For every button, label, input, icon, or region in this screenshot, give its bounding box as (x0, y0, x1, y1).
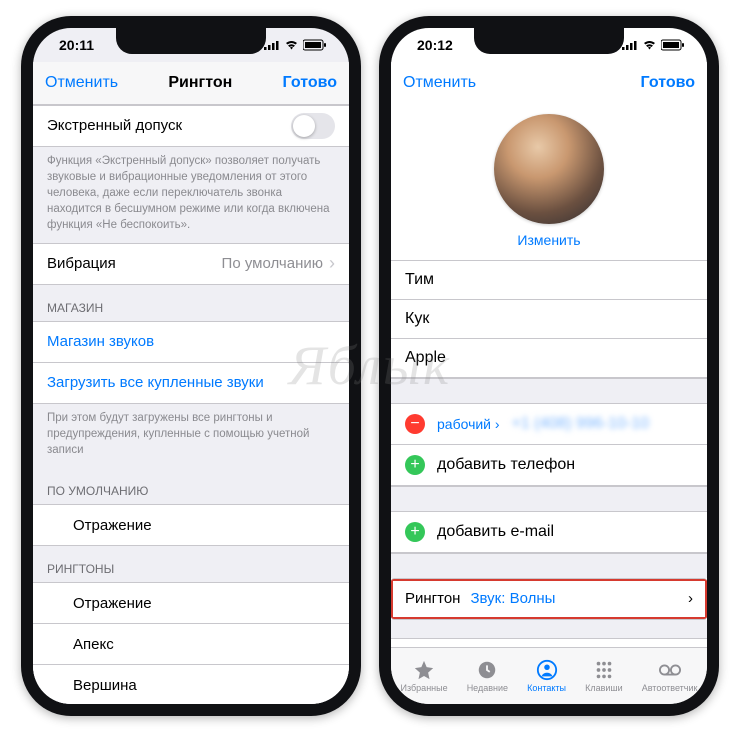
default-header: ПО УМОЛЧАНИЮ (33, 468, 349, 504)
ringtone-row[interactable]: Вершина (33, 665, 349, 703)
chevron-right-icon: › (688, 590, 693, 607)
tab-keypad[interactable]: Клавиши (585, 659, 623, 693)
voicemail-icon (659, 659, 681, 681)
add-phone-row[interactable]: + добавить телефон (391, 445, 707, 486)
tab-favorites[interactable]: Избранные (401, 659, 448, 693)
phone-row[interactable]: − рабочий › +1 (408) 996-10-10 (391, 403, 707, 445)
wifi-icon (284, 39, 299, 50)
avatar-section: Изменить (391, 104, 707, 260)
notch (116, 28, 266, 54)
phone-frame-right: 20:12 Отменить Готово Изменить Тим Кук A… (379, 16, 719, 716)
edit-photo-link[interactable]: Изменить (517, 232, 580, 248)
vibration-value: По умолчанию (222, 255, 323, 272)
signal-icon (264, 40, 280, 50)
cancel-button[interactable]: Отменить (45, 74, 118, 92)
company-field[interactable]: Apple (391, 339, 707, 378)
cancel-button[interactable]: Отменить (403, 74, 476, 92)
emergency-toggle[interactable] (291, 113, 335, 139)
download-all-link[interactable]: Загрузить все купленные звуки (33, 363, 349, 404)
navbar: Отменить Рингтон Готово (33, 62, 349, 105)
remove-icon[interactable]: − (405, 414, 425, 434)
add-phone-label: добавить телефон (437, 456, 575, 474)
add-email-row[interactable]: + добавить e-mail (391, 511, 707, 553)
status-time: 20:12 (417, 37, 453, 53)
store-footer: При этом будут загружены все рингтоны и … (33, 404, 349, 468)
vibration-row[interactable]: Вибрация По умолчанию › (33, 243, 349, 285)
add-email-label: добавить e-mail (437, 523, 554, 541)
ringtone-row[interactable]: Отражение (33, 582, 349, 624)
tab-voicemail[interactable]: Автоответчик (642, 659, 698, 693)
battery-icon (303, 39, 327, 51)
emergency-label: Экстренный допуск (47, 117, 182, 134)
phone-frame-left: 20:11 Отменить Рингтон Готово Экстренный… (21, 16, 361, 716)
emergency-bypass-row[interactable]: Экстренный допуск (33, 105, 349, 147)
ringtone-row[interactable]: Апекс (33, 624, 349, 665)
last-name-field[interactable]: Кук (391, 300, 707, 339)
keypad-icon (593, 659, 615, 681)
ringtone-value: Звук: Волны (470, 590, 555, 607)
star-icon (413, 659, 435, 681)
signal-icon (622, 40, 638, 50)
ringtones-header: РИНГТОНЫ (33, 546, 349, 582)
notch (474, 28, 624, 54)
status-icons (622, 39, 685, 51)
navbar: Отменить Готово (391, 62, 707, 104)
contact-icon (536, 659, 558, 681)
wifi-icon (642, 39, 657, 50)
emergency-footer: Функция «Экстренный допуск» позволяет по… (33, 147, 349, 243)
vibration-label: Вибрация (47, 255, 116, 272)
page-title: Рингтон (168, 74, 232, 92)
tab-recents[interactable]: Недавние (467, 659, 508, 693)
ringtone-row[interactable]: Рингтон Звук: Волны › (391, 578, 707, 620)
store-header: МАГАЗИН (33, 285, 349, 321)
default-tone-row[interactable]: Отражение (33, 504, 349, 546)
clock-icon (476, 659, 498, 681)
done-button[interactable]: Готово (283, 74, 337, 92)
add-icon[interactable]: + (405, 522, 425, 542)
ringtone-label: Рингтон (405, 590, 460, 607)
status-time: 20:11 (59, 37, 94, 53)
chevron-right-icon: › (329, 253, 335, 274)
text-tone-row[interactable]: Звук сообщ. По умолчанию › (391, 638, 707, 647)
avatar[interactable] (494, 114, 604, 224)
phone-label[interactable]: рабочий › (437, 416, 500, 432)
battery-icon (661, 39, 685, 51)
first-name-field[interactable]: Тим (391, 260, 707, 300)
tab-bar: Избранные Недавние Контакты Клавиши Авто… (391, 647, 707, 704)
tab-contacts[interactable]: Контакты (527, 659, 566, 693)
add-icon[interactable]: + (405, 455, 425, 475)
phone-value: +1 (408) 996-10-10 (512, 415, 649, 433)
tone-store-link[interactable]: Магазин звуков (33, 321, 349, 363)
status-icons (264, 39, 327, 51)
done-button[interactable]: Готово (641, 74, 695, 92)
